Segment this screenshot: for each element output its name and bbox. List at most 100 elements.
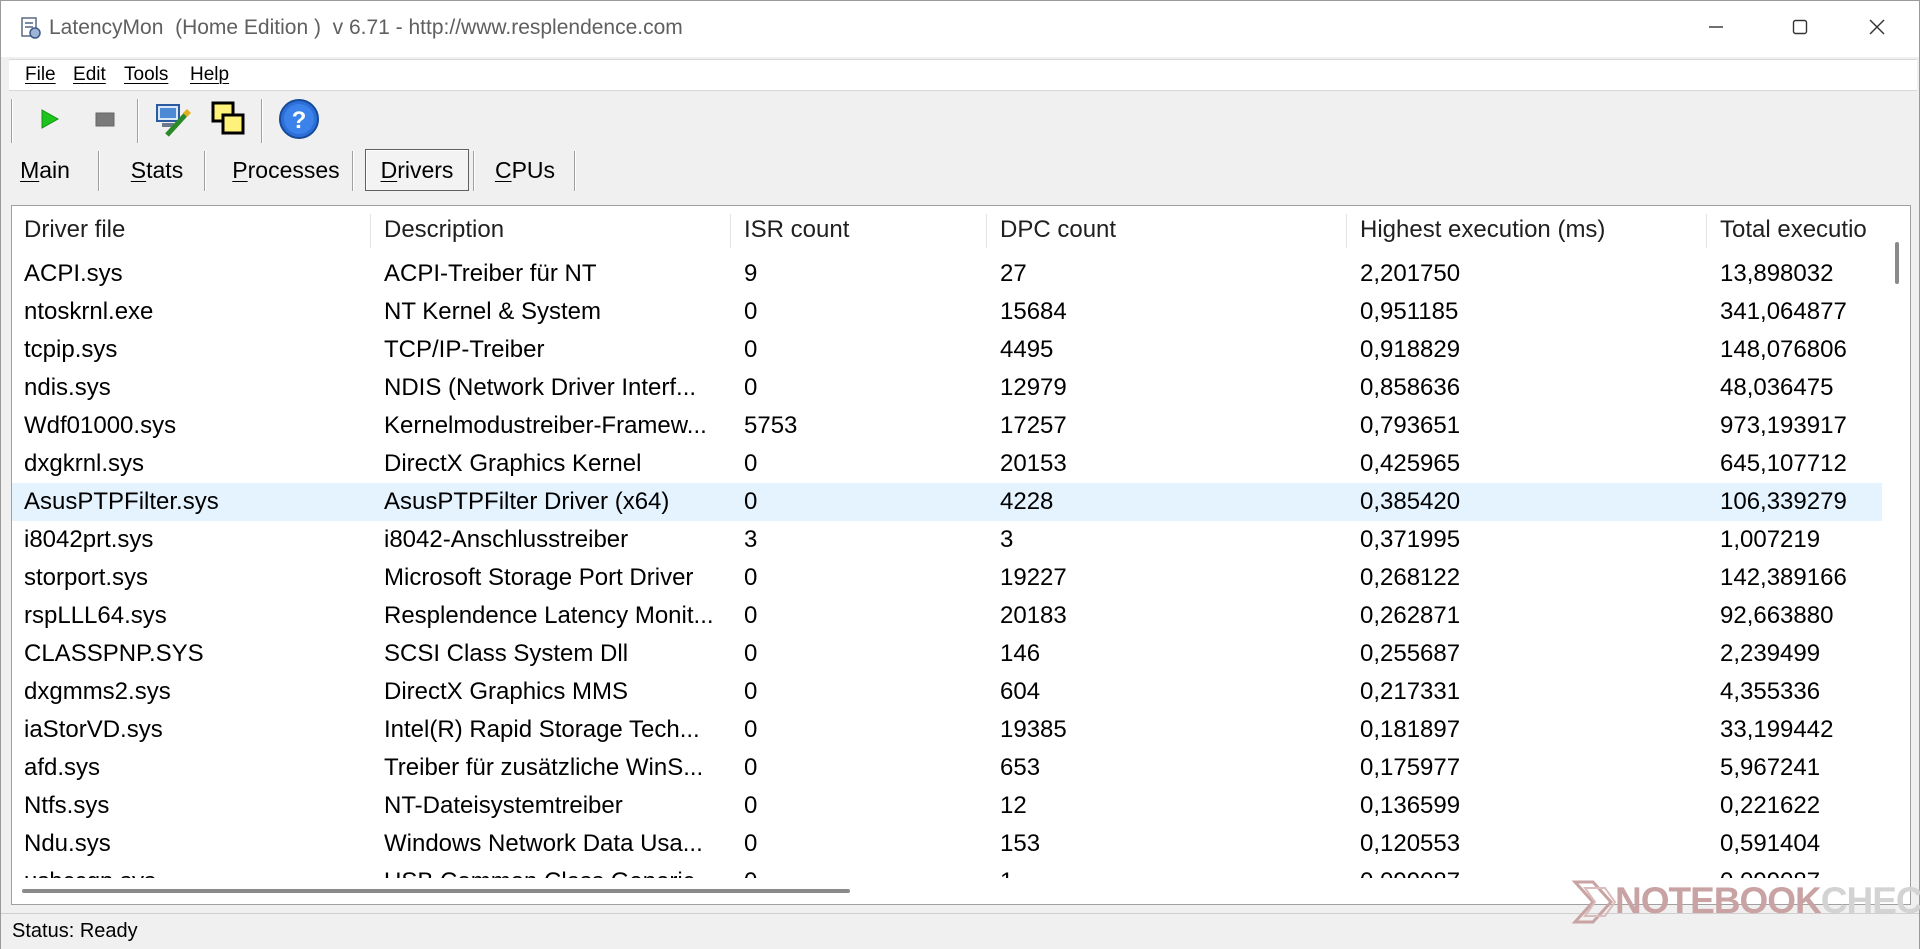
cell-highest-execution: 0,951185 [1360,298,1459,325]
tab-stats[interactable]: Stats [117,149,197,191]
table-row[interactable]: storport.sys Microsoft Storage Port Drive… [12,559,1882,597]
cell-total-execution: 106,339279 [1720,488,1847,515]
cell-highest-execution: 0,136599 [1360,792,1461,819]
cell-description: SCSI Class System Dll [384,640,629,667]
tab-main-key: M [20,156,40,183]
table-row[interactable]: dxgkrnl.sys DirectX Graphics Kernel 0 20153… [12,445,1882,483]
cell-description: NT Kernel & System [384,298,601,325]
table-row[interactable]: AsusPTPFilter.sys AsusPTPFilter Driver (x… [12,483,1882,521]
cell-dpc-count: 17257 [1000,412,1067,439]
table-row[interactable]: Ndu.sys Windows Network Data Usa... 0 153 0,… [12,825,1882,863]
menu-file[interactable]: File [25,64,56,86]
column-divider[interactable] [370,214,371,248]
table-row[interactable]: ndis.sys NDIS (Network Driver Interf... 0 1… [12,369,1882,407]
column-header-driver-file[interactable]: Driver file [12,206,370,254]
close-button[interactable] [1835,1,1919,57]
cell-highest-execution: 0,217331 [1360,678,1461,705]
cell-isr-count: 0 [744,830,758,857]
drivers-list[interactable]: Driver file Description ISR count DPC co… [11,205,1911,905]
windows-icon [207,99,247,144]
cell-highest-execution: 0,918829 [1360,336,1461,363]
column-header-highest-execution[interactable]: Highest execution (ms) [1348,206,1706,254]
table-row[interactable]: Wdf01000.sys Kernelmodustreiber-Framew...… [12,407,1882,445]
play-icon [36,106,62,137]
latencymon-window: LatencyMon (Home Edition ) v 6.71 - http… [0,0,1920,949]
tab-separator [204,151,206,191]
column-divider[interactable] [1706,214,1707,248]
cell-highest-execution: 0,858636 [1360,374,1461,401]
tab-main[interactable]: Main [13,149,77,191]
start-button[interactable] [27,99,71,143]
table-row[interactable]: Ntfs.sys NT-Dateisystemtreiber 0 12 0,136599… [12,787,1882,825]
cell-total-execution: 92,663880 [1720,602,1834,629]
column-header-description[interactable]: Description [372,206,730,254]
cell-dpc-count: 153 [1000,830,1041,857]
cell-highest-execution: 0,255687 [1360,640,1461,667]
app-icon [19,16,43,40]
vertical-scrollbar[interactable] [1884,206,1910,878]
cell-total-execution: 148,076806 [1720,336,1847,363]
menu-tools[interactable]: Tools [124,64,168,86]
help-button[interactable]: ? [277,98,321,143]
tab-processes[interactable]: Processes [221,149,351,191]
cell-dpc-count: 4228 [1000,488,1054,515]
cell-dpc-count: 27 [1000,260,1027,287]
cell-dpc-count: 20183 [1000,602,1067,629]
menu-help[interactable]: Help [190,64,229,86]
tab-stats-key: S [130,156,147,183]
status-text: Status: Ready [12,920,138,942]
cell-total-execution: 5,967241 [1720,754,1821,781]
cell-isr-count: 0 [744,450,758,477]
cell-total-execution: 0,221622 [1720,792,1821,819]
table-row[interactable]: ACPI.sys ACPI-Treiber für NT 9 27 2,201750 13… [12,255,1882,293]
column-divider[interactable] [986,214,987,248]
minimize-icon [1707,18,1725,41]
menu-edit[interactable]: Edit [73,64,106,86]
cell-description: TCP/IP-Treiber [384,336,545,363]
maximize-button[interactable] [1758,1,1842,57]
column-header-isr-count[interactable]: ISR count [732,206,986,254]
cell-driver-file: AsusPTPFilter.sys [24,488,219,515]
cell-description: Treiber für zusätzliche WinS... [384,754,704,781]
tab-separator [352,151,354,191]
tab-main-label: ain [39,156,70,183]
tab-drivers[interactable]: Drivers [365,149,469,191]
tab-processes-label: rocesses [247,156,340,183]
cell-description: NDIS (Network Driver Interf... [384,374,697,401]
cell-isr-count: 3 [744,526,758,553]
title-bar[interactable]: LatencyMon (Home Edition ) v 6.71 - http… [1,1,1919,57]
vertical-scroll-thumb[interactable] [1895,242,1899,284]
cell-description: Kernelmodustreiber-Framew... [384,412,707,439]
cell-total-execution: 341,064877 [1720,298,1847,325]
column-divider[interactable] [1346,214,1347,248]
stop-button[interactable] [83,99,127,143]
column-header-total-execution[interactable]: Total executio [1708,206,1882,254]
tab-cpus[interactable]: C PUs [483,149,567,191]
cell-isr-count: 9 [744,260,758,287]
table-row[interactable]: ntoskrnl.exe NT Kernel & System 0 15684 0,95… [12,293,1882,331]
cell-isr-count: 0 [744,640,758,667]
table-row[interactable]: iaStorVD.sys Intel(R) Rapid Storage Tech.… [12,711,1882,749]
table-row[interactable]: afd.sys Treiber für zusätzliche WinS... 0 6… [12,749,1882,787]
table-row[interactable]: dxgmms2.sys DirectX Graphics MMS 0 604 0,217… [12,673,1882,711]
table-row[interactable]: tcpip.sys TCP/IP-Treiber 0 4495 0,918829 148,… [12,331,1882,369]
table-row[interactable]: CLASSPNP.SYS SCSI Class System Dll 0 146 0,2… [12,635,1882,673]
cell-total-execution: 1,007219 [1720,526,1821,553]
table-row[interactable]: rspLLL64.sys Resplendence Latency Monit..… [12,597,1882,635]
windows-button[interactable] [205,99,249,143]
menu-edit-key: E [73,64,86,85]
cell-dpc-count: 20153 [1000,450,1067,477]
cell-isr-count: 0 [744,602,758,629]
tab-drivers-key: D [380,156,398,183]
drivers-tool-button[interactable] [151,99,195,143]
minimize-button[interactable] [1674,1,1758,57]
tab-separator [98,151,100,191]
cell-driver-file: dxgmms2.sys [24,678,171,705]
horizontal-scroll-thumb[interactable] [22,889,850,893]
column-divider[interactable] [730,214,731,248]
list-header: Driver file Description ISR count DPC co… [12,206,1882,254]
tab-separator [473,151,475,191]
table-row[interactable]: i8042prt.sys i8042-Anschlusstreiber 3 3 0,37… [12,521,1882,559]
tab-separator [574,151,576,191]
column-header-dpc-count[interactable]: DPC count [988,206,1346,254]
